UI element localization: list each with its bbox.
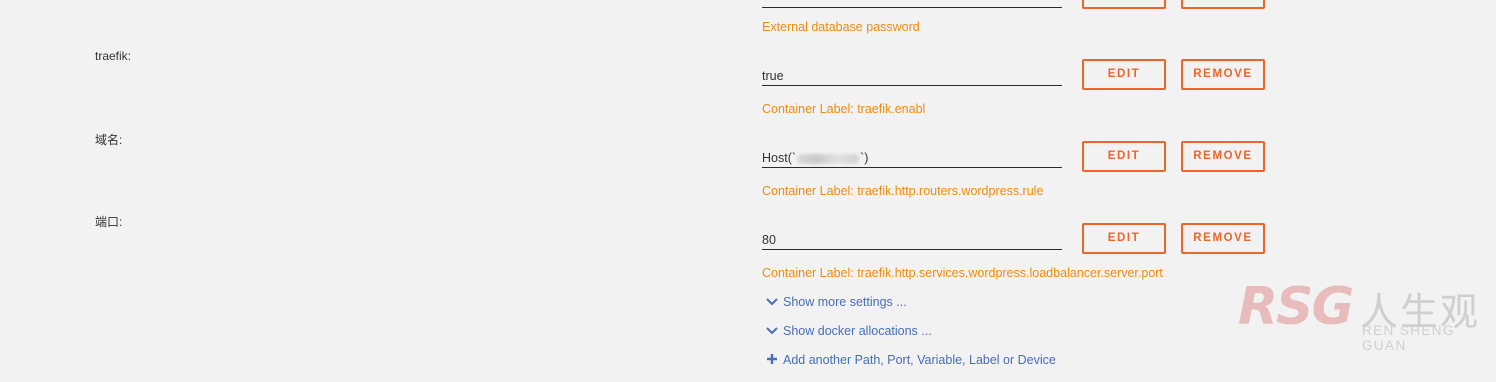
edit-button[interactable]: EDIT: [1082, 223, 1166, 254]
value-suffix: `): [860, 151, 869, 165]
edit-button[interactable]: [1082, 0, 1166, 9]
remove-button[interactable]: [1181, 0, 1265, 9]
port-value-field[interactable]: 80: [762, 230, 1062, 250]
chevron-down-icon: [765, 326, 779, 338]
blurred-domain: [797, 153, 860, 164]
remove-button[interactable]: REMOVE: [1181, 223, 1265, 254]
traefik-label: traefik:: [95, 49, 132, 63]
chevron-down-icon: [765, 297, 779, 309]
show-more-settings-link[interactable]: Show more settings ...: [765, 295, 907, 309]
edit-button[interactable]: EDIT: [1082, 59, 1166, 90]
field-description: Container Label: traefik.http.routers.wo…: [762, 184, 1044, 198]
port-label: 端口:: [95, 215, 123, 229]
remove-button[interactable]: REMOVE: [1181, 141, 1265, 172]
link-label: Show docker allocations ...: [783, 324, 932, 338]
traefik-value-field[interactable]: true: [762, 66, 1062, 86]
edit-button[interactable]: EDIT: [1082, 141, 1166, 172]
show-docker-allocations-link[interactable]: Show docker allocations ...: [765, 324, 932, 338]
link-label: Show more settings ...: [783, 295, 907, 309]
domain-value-field[interactable]: Host(` `): [762, 148, 1062, 168]
domain-label: 域名:: [95, 133, 123, 147]
link-label: Add another Path, Port, Variable, Label …: [783, 353, 1056, 367]
remove-button[interactable]: REMOVE: [1181, 59, 1265, 90]
password-field[interactable]: [762, 0, 1062, 8]
field-description: Container Label: traefik.http.services.w…: [762, 266, 1163, 280]
watermark-logo: RSG 人生观 REN SHENG GUAN: [1238, 277, 1496, 353]
add-another-link[interactable]: Add another Path, Port, Variable, Label …: [765, 353, 1056, 367]
watermark-en: REN SHENG GUAN: [1362, 323, 1455, 353]
field-description: External database password: [762, 20, 920, 34]
watermark-rsg: RSG: [1238, 277, 1354, 337]
field-description: Container Label: traefik.enabl: [762, 102, 926, 116]
value-prefix: Host(`: [762, 151, 797, 165]
plus-icon: [765, 354, 779, 367]
